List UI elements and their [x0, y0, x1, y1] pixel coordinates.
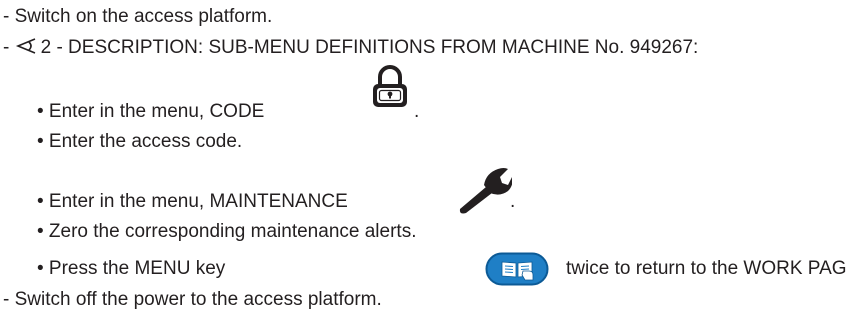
bullet-enter-code-menu: • Enter in the menu, CODE	[37, 100, 264, 124]
bullet-text: • Enter in the menu, CODE	[37, 101, 265, 122]
step-description: - 2 - DESCRIPTION: SUB-MENU DEFINITIONS …	[3, 36, 698, 60]
bullet-zero-alerts: • Zero the corresponding maintenance ale…	[37, 221, 417, 242]
bullet-enter-access-code: • Enter the access code.	[37, 131, 243, 152]
step-switch-on: - Switch on the access platform.	[3, 6, 273, 27]
wrench-icon	[456, 165, 513, 221]
bullet-trailing-text: twice to return to the WORK PAGE.	[566, 258, 846, 279]
reference-pointer-icon	[15, 37, 37, 55]
menu-book-key-icon	[485, 252, 549, 286]
step-switch-off: - Switch off the power to the access pla…	[3, 289, 382, 310]
bullet-trailing-period: .	[510, 191, 516, 212]
bullet-trailing-period: .	[414, 101, 420, 122]
dash: -	[3, 37, 15, 58]
bullet-enter-maintenance-menu: • Enter in the menu, MAINTENANCE	[37, 191, 348, 212]
description-text: 2 - DESCRIPTION: SUB-MENU DEFINITIONS FR…	[40, 37, 699, 58]
padlock-icon	[370, 65, 410, 115]
bullet-press-menu-key: • Press the MENU key	[37, 258, 226, 279]
